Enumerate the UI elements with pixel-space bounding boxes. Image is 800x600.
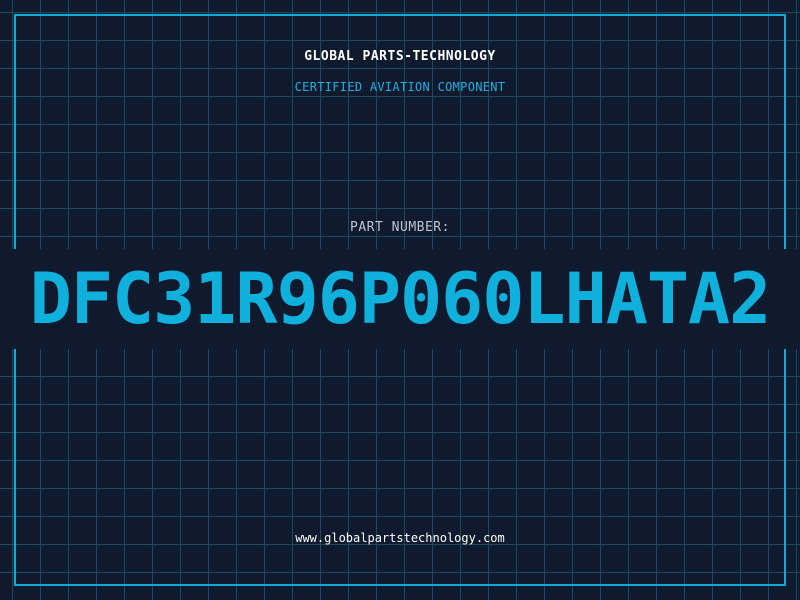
brand-title: GLOBAL PARTS-TECHNOLOGY (304, 49, 496, 64)
part-number-band: DFC31R96P060LHATA2 (0, 249, 800, 349)
part-number-label: PART NUMBER: (350, 220, 450, 235)
brand-subtitle: CERTIFIED AVIATION COMPONENT (294, 80, 506, 94)
website-url: www.globalpartstechnology.com (295, 531, 505, 545)
part-number-value: DFC31R96P060LHATA2 (29, 258, 772, 340)
